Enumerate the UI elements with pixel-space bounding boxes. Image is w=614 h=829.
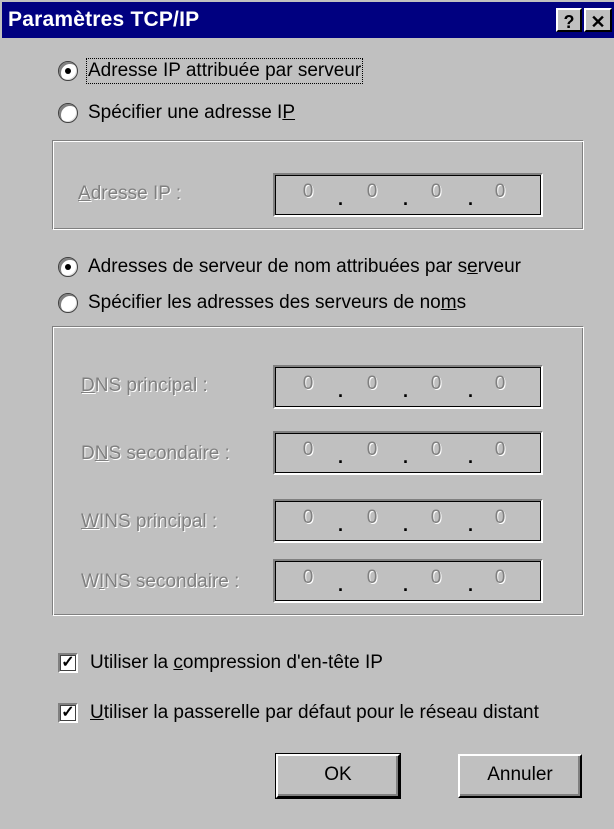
- radio-dns-server-assigned-label: Adresses de serveur de nom attribuées pa…: [88, 256, 522, 277]
- checkbox-default-gateway-box[interactable]: ✓: [58, 703, 78, 723]
- wins-secondary-field[interactable]: 0 . 0 . 0 . 0: [273, 559, 543, 603]
- octet-separator: .: [403, 575, 409, 595]
- octet-separator: .: [338, 575, 344, 595]
- wins-primary-octet-1: 0: [302, 507, 314, 528]
- dns-secondary-octet-4: 0: [494, 439, 506, 460]
- ip-address-label: Adresse IP :: [78, 183, 182, 204]
- close-icon: ✕: [590, 12, 606, 32]
- octet-separator: .: [403, 515, 409, 535]
- tcpip-settings-dialog: Paramètres TCP/IP ? ✕ Adresse IP attribu…: [0, 0, 614, 829]
- ip-address-field[interactable]: 0 . 0 . 0 . 0: [273, 173, 543, 217]
- checkbox-default-gateway[interactable]: ✓ Utiliser la passerelle par défaut pour…: [58, 702, 539, 724]
- ip-octet-3: 0: [430, 181, 442, 202]
- radio-dns-server-assigned[interactable]: Adresses de serveur de nom attribuées pa…: [58, 256, 521, 278]
- wins-primary-octet-4: 0: [494, 507, 506, 528]
- wins-primary-label: WINS principal :: [81, 511, 218, 532]
- wins-secondary-octet-3: 0: [430, 567, 442, 588]
- octet-separator: .: [403, 447, 409, 467]
- dns-secondary-octet-2: 0: [366, 439, 378, 460]
- octet-separator: .: [468, 575, 474, 595]
- octet-separator: .: [338, 447, 344, 467]
- wins-primary-octet-2: 0: [366, 507, 378, 528]
- wins-secondary-label: WINS secondaire :: [81, 571, 240, 592]
- dns-primary-octet-4: 0: [494, 373, 506, 394]
- radio-dns-specify-label: Spécifier les adresses des serveurs de n…: [88, 292, 467, 313]
- octet-separator: .: [338, 515, 344, 535]
- radio-ip-specify-label: Spécifier une adresse IP: [88, 102, 296, 123]
- ip-octet-1: 0: [302, 181, 314, 202]
- ip-octet-2: 0: [366, 181, 378, 202]
- wins-secondary-octet-2: 0: [366, 567, 378, 588]
- dns-secondary-field[interactable]: 0 . 0 . 0 . 0: [273, 431, 543, 475]
- dns-wins-group: DNS principal : 0 . 0 . 0 . 0 DNS second…: [52, 326, 584, 616]
- dns-secondary-octet-3: 0: [430, 439, 442, 460]
- octet-separator: .: [468, 381, 474, 401]
- dns-primary-label: DNS principal :: [81, 375, 208, 396]
- radio-ip-specify[interactable]: Spécifier une adresse IP: [58, 102, 295, 124]
- octet-separator: .: [468, 447, 474, 467]
- dns-primary-field[interactable]: 0 . 0 . 0 . 0: [273, 365, 543, 409]
- octet-separator: .: [403, 189, 409, 209]
- cancel-button[interactable]: Annuler: [458, 754, 582, 798]
- dialog-title: Paramètres TCP/IP: [8, 8, 200, 31]
- dns-primary-octet-2: 0: [366, 373, 378, 394]
- help-button[interactable]: ?: [556, 8, 582, 32]
- checkbox-ip-header-compression-label: Utiliser la compression d'en-tête IP: [90, 652, 383, 673]
- radio-dns-specify-indicator[interactable]: [58, 293, 78, 313]
- octet-separator: .: [338, 381, 344, 401]
- ip-address-group: Adresse IP : 0 . 0 . 0 . 0: [52, 140, 584, 230]
- radio-dns-specify[interactable]: Spécifier les adresses des serveurs de n…: [58, 292, 466, 314]
- dns-secondary-label: DNS secondaire :: [81, 443, 230, 464]
- dns-secondary-octet-1: 0: [302, 439, 314, 460]
- octet-separator: .: [468, 189, 474, 209]
- radio-ip-server-assigned[interactable]: Adresse IP attribuée par serveur: [58, 58, 364, 84]
- wins-secondary-octet-4: 0: [494, 567, 506, 588]
- title-bar: Paramètres TCP/IP ? ✕: [2, 2, 614, 38]
- checkbox-ip-header-compression-box[interactable]: ✓: [58, 653, 78, 673]
- radio-dns-server-assigned-indicator[interactable]: [58, 257, 78, 277]
- octet-separator: .: [338, 189, 344, 209]
- wins-primary-octet-3: 0: [430, 507, 442, 528]
- wins-secondary-octet-1: 0: [302, 567, 314, 588]
- dns-primary-octet-1: 0: [302, 373, 314, 394]
- radio-ip-specify-indicator[interactable]: [58, 103, 78, 123]
- radio-ip-server-assigned-indicator[interactable]: [58, 61, 78, 81]
- octet-separator: .: [468, 515, 474, 535]
- radio-ip-server-assigned-label: Adresse IP attribuée par serveur: [85, 58, 364, 84]
- ip-octet-4: 0: [494, 181, 506, 202]
- ok-button[interactable]: OK: [275, 753, 401, 799]
- checkbox-ip-header-compression[interactable]: ✓ Utiliser la compression d'en-tête IP: [58, 652, 383, 674]
- octet-separator: .: [403, 381, 409, 401]
- help-icon: ?: [563, 12, 575, 32]
- close-button[interactable]: ✕: [584, 8, 612, 32]
- wins-primary-field[interactable]: 0 . 0 . 0 . 0: [273, 499, 543, 543]
- dns-primary-octet-3: 0: [430, 373, 442, 394]
- checkbox-default-gateway-label: Utiliser la passerelle par défaut pour l…: [90, 702, 539, 723]
